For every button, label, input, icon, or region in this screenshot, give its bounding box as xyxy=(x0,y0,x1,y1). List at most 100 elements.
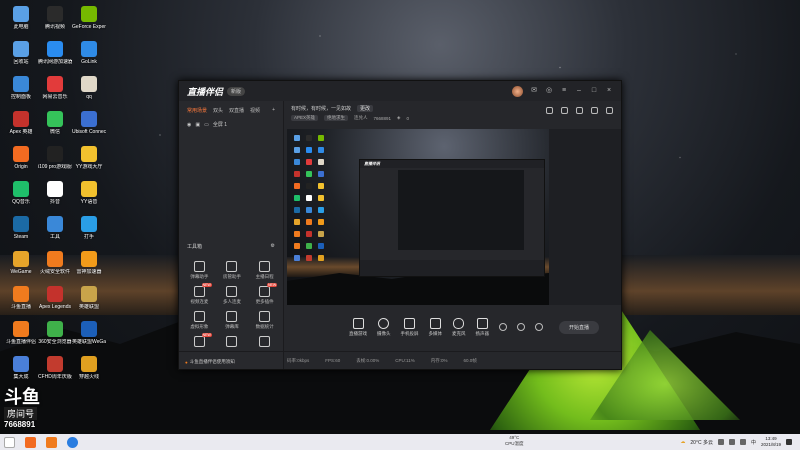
desktop-icon[interactable]: 雷神加速器 xyxy=(72,251,106,275)
preview-mini-icon xyxy=(294,135,300,141)
desktop-icon[interactable]: Steam xyxy=(4,216,38,240)
desktop-icon[interactable]: 火绒安全软件 xyxy=(38,251,72,275)
main-area: 有时候，有时候，一见如故 更改 APEX英雄 绝地求生 连兑人 7668891 … xyxy=(179,101,621,369)
tool-item[interactable] xyxy=(248,336,281,349)
gift-icon[interactable] xyxy=(546,107,553,114)
user-avatar[interactable] xyxy=(512,85,523,97)
maximize-icon[interactable]: □ xyxy=(590,87,598,95)
tray-icon-battery[interactable] xyxy=(739,439,746,445)
category-tag[interactable]: APEX英雄 xyxy=(291,115,319,121)
toolbox-settings-icon[interactable]: ⚙ xyxy=(271,243,275,250)
desktop-icon[interactable]: 打手 xyxy=(72,216,106,240)
tool-item[interactable]: 弹幕助手 xyxy=(183,261,216,280)
speaker-button[interactable]: 扬声器 xyxy=(476,317,489,337)
tray-icon-network[interactable] xyxy=(717,439,724,445)
desktop-icon[interactable]: 腾讯视频 xyxy=(38,6,72,30)
game-capture-button[interactable]: 直播游戏 xyxy=(349,317,367,337)
desktop-icon[interactable]: 360安全浏览器 xyxy=(38,321,72,345)
start-icon[interactable] xyxy=(4,436,15,448)
desktop-icon[interactable]: WeGame xyxy=(4,251,38,275)
desktop-icon[interactable]: 斗鱼直播 xyxy=(4,286,38,310)
desktop-icon[interactable]: Ubisoft Connect xyxy=(72,111,106,135)
stream-preview[interactable]: 直播伴侣 xyxy=(287,129,549,305)
desktop-icon[interactable]: 微信 xyxy=(38,111,72,135)
desktop-icon[interactable]: 集大成 xyxy=(4,356,38,380)
minimize-icon[interactable]: – xyxy=(575,87,583,95)
origin-icon[interactable] xyxy=(25,436,36,448)
eye-icon[interactable]: ◉ xyxy=(187,122,191,128)
desktop-icon[interactable]: CFHD周年庆版大区 xyxy=(38,356,72,380)
desktop-icon[interactable]: 工具 xyxy=(38,216,72,240)
menu-icon[interactable]: ≡ xyxy=(560,87,568,95)
notification-icon[interactable] xyxy=(591,107,598,114)
notification-center-icon[interactable] xyxy=(786,439,792,445)
tool-item[interactable]: NEW 更多插件 xyxy=(248,283,281,305)
desktop-icon[interactable]: 抖音 xyxy=(38,181,72,205)
status-framerate: 60.0帧 xyxy=(463,357,477,363)
browser-icon[interactable] xyxy=(67,436,78,448)
tool-item[interactable]: 多人连麦 xyxy=(216,286,249,305)
task-icon[interactable] xyxy=(561,107,568,114)
desktop-icon[interactable]: YY语音 xyxy=(72,181,106,205)
desktop-icon[interactable]: GoLink xyxy=(72,41,106,65)
version-badge[interactable]: 新版 xyxy=(227,86,246,96)
media-button[interactable]: 多媒体 xyxy=(429,317,442,337)
weather-text[interactable]: 20°C 多云 xyxy=(690,439,713,446)
tool-item[interactable] xyxy=(216,336,249,349)
shop-icon[interactable] xyxy=(576,107,583,114)
desktop-icon[interactable]: 此电脑 xyxy=(4,6,38,30)
tool-item[interactable]: 房管助手 xyxy=(216,261,249,280)
tray-icon-volume[interactable] xyxy=(728,439,735,445)
desktop-icon-label: 集大成 xyxy=(13,374,29,380)
cpu-temp-widget[interactable]: 49°C CPU温度 xyxy=(505,435,524,447)
douyu-icon[interactable] xyxy=(46,436,57,448)
desktop-icon[interactable]: 英雄联盟 xyxy=(72,286,106,310)
start-live-button[interactable]: 开始直播 xyxy=(559,320,600,334)
tool-item[interactable]: 弹幕库 xyxy=(216,311,249,330)
tool-item[interactable]: NEW 视频连麦 xyxy=(183,283,216,305)
clock[interactable]: 13:49 2021/8/19 xyxy=(761,436,781,448)
desktop-icon[interactable]: 穿越火线 xyxy=(72,356,106,380)
share-icon[interactable] xyxy=(606,107,613,114)
desktop-icon[interactable]: 回收站 xyxy=(4,41,38,65)
toolbox-grid: 弹幕助手 房管助手 主播日程 NEW 视频连麦 多人连麦 NEW 更多插件虚拟形象 弹幕库 数据统… xyxy=(183,261,281,349)
scene-item[interactable]: ◉ ▣ ▭ 全屏 1 xyxy=(179,118,283,131)
desktop-icon[interactable]: 英雄联盟WeGame版 xyxy=(72,321,106,345)
window-titlebar[interactable]: 直播伴侣 新版 ✉ ◎ ≡ – □ × xyxy=(179,81,621,101)
desktop-icon[interactable]: 控制面板 xyxy=(4,76,38,100)
microphone-button[interactable]: 麦克风 xyxy=(452,317,466,337)
ime-indicator[interactable]: 中 xyxy=(751,439,756,446)
add-scene-icon[interactable]: + xyxy=(272,107,275,114)
desktop-icon[interactable]: 网易云音乐 xyxy=(38,76,72,100)
desktop-icon[interactable]: QQ音乐 xyxy=(4,181,38,205)
camera-button[interactable]: 摄像头 xyxy=(377,317,391,337)
tool-item[interactable]: 虚拟形象 xyxy=(183,311,216,330)
edit-title-button[interactable]: 更改 xyxy=(357,105,374,112)
desktop-icon[interactable]: qq xyxy=(72,76,106,100)
desktop-icon[interactable]: Origin xyxy=(4,146,38,170)
tab-0[interactable]: 常用场景 xyxy=(187,107,207,114)
desktop-icon[interactable]: i109 pro游戏版驱动 xyxy=(38,146,72,170)
app-brand: 直播伴侣 xyxy=(187,86,224,97)
tab-1[interactable]: 双头 xyxy=(213,107,223,114)
desktop-icon[interactable]: 斗鱼直播伴侣 xyxy=(4,321,38,345)
tool-item[interactable]: NEW xyxy=(183,333,216,349)
message-icon[interactable]: ✉ xyxy=(530,87,538,95)
phone-cast-button[interactable]: 手机投屏 xyxy=(401,317,419,337)
desktop-icon[interactable]: YY游戏大厅 xyxy=(72,146,106,170)
tab-2[interactable]: 双直播 xyxy=(229,107,244,114)
desktop-icon[interactable]: 腾讯网游加速器 xyxy=(38,41,72,65)
close-icon[interactable]: × xyxy=(605,87,613,95)
desktop-icon[interactable]: Apex 英雄 xyxy=(4,111,38,135)
tab-3[interactable]: 视频 xyxy=(250,107,260,114)
record-icon[interactable] xyxy=(499,323,507,331)
tool-item[interactable]: 数据统计 xyxy=(248,311,281,330)
subcategory-tag[interactable]: 绝地求生 xyxy=(324,115,349,121)
desktop-icon[interactable]: Apex Legends xyxy=(38,286,72,310)
preview-toggle-icon[interactable] xyxy=(517,323,525,331)
skin-icon[interactable]: ◎ xyxy=(545,87,553,95)
gear-icon[interactable] xyxy=(535,323,543,331)
desktop-icon[interactable]: GeForce Experience xyxy=(72,6,106,30)
lock-icon[interactable]: ▣ xyxy=(195,122,200,128)
tool-item[interactable]: 主播日程 xyxy=(248,261,281,280)
